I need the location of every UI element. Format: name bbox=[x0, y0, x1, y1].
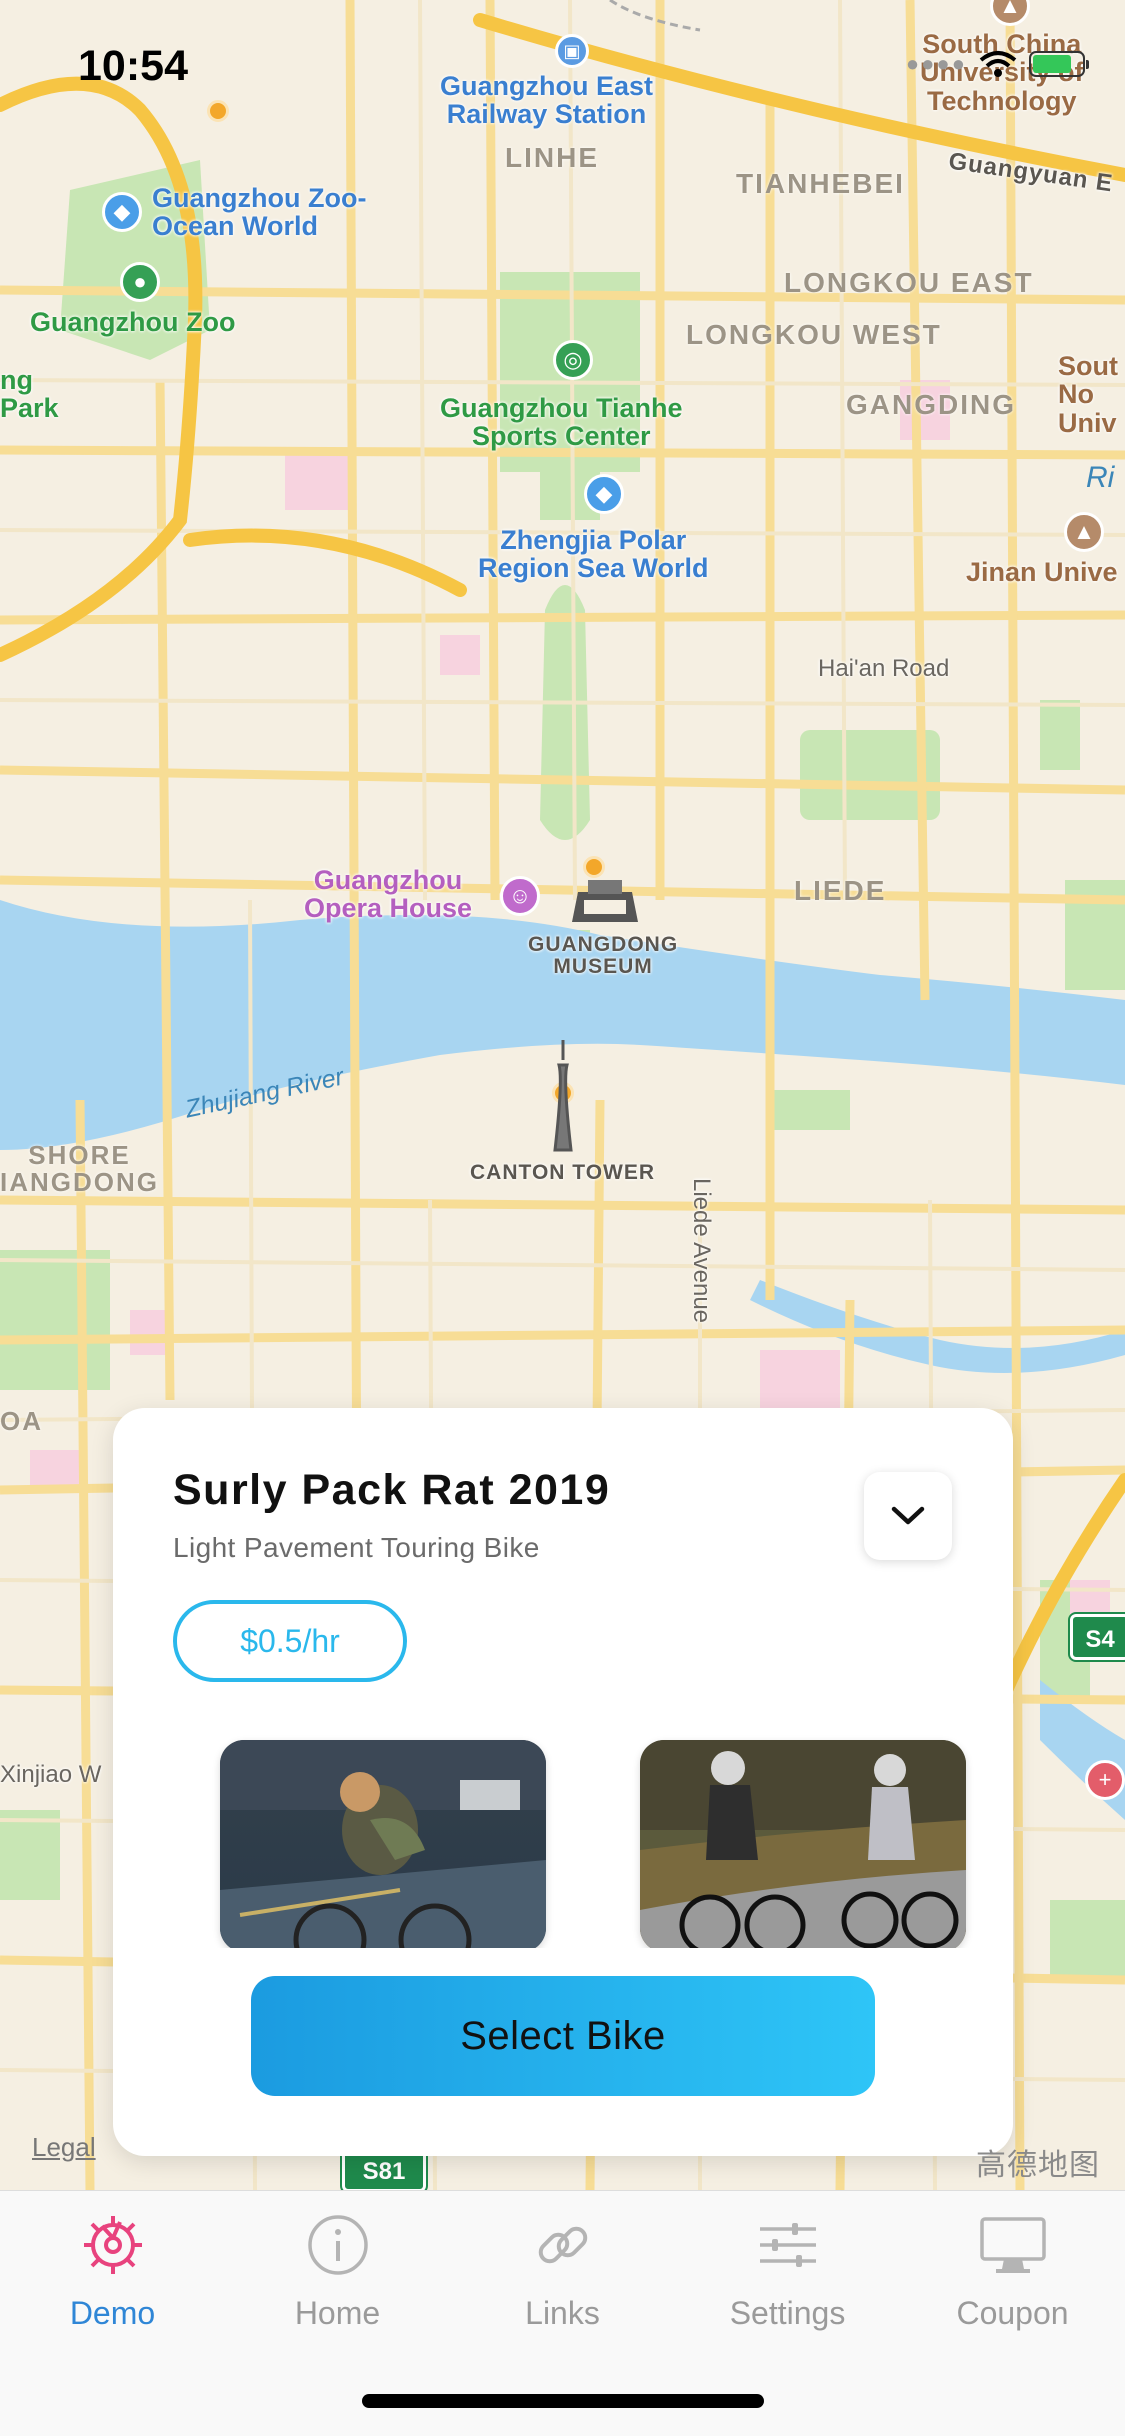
hospital-icon[interactable]: + bbox=[1085, 1760, 1125, 1800]
cyclist-photo-1 bbox=[220, 1740, 546, 1948]
map-label[interactable]: GUANGDONG MUSEUM bbox=[528, 933, 678, 978]
canton-tower-icon[interactable] bbox=[543, 1040, 583, 1155]
map-label[interactable]: Jinan Unive bbox=[966, 558, 1118, 587]
tab-label: Coupon bbox=[956, 2295, 1069, 2331]
map-label[interactable]: CANTON TOWER bbox=[470, 1161, 655, 1184]
status-time: 10:54 bbox=[78, 42, 188, 90]
select-bike-button[interactable]: Select Bike bbox=[251, 1976, 875, 2096]
tab-label: Demo bbox=[69, 2295, 156, 2331]
railway-icon[interactable]: ▣ bbox=[555, 34, 589, 68]
poi-marker[interactable] bbox=[207, 100, 229, 122]
map-label: LONGKOU EAST bbox=[784, 267, 1034, 298]
theater-icon[interactable]: ☺ bbox=[500, 876, 540, 916]
link-icon bbox=[527, 2209, 599, 2281]
signal-icon: ●●●● bbox=[905, 51, 967, 76]
map-label: SHORE IANGDONG bbox=[0, 1140, 159, 1198]
aquarium-icon[interactable]: ◆ bbox=[584, 474, 624, 514]
map-label[interactable]: Guangzhou Zoo bbox=[30, 308, 235, 337]
highway-shield-s4: S4 bbox=[1070, 1614, 1125, 1660]
tab-label: Settings bbox=[729, 2295, 846, 2331]
tab-links[interactable]: Links bbox=[450, 2209, 675, 2359]
tab-coupon[interactable]: Coupon bbox=[900, 2209, 1125, 2359]
map-label: Xinjiao W bbox=[0, 1761, 102, 1788]
map-label[interactable]: Guangzhou Zoo- Ocean World bbox=[152, 184, 366, 241]
home-indicator[interactable] bbox=[362, 2394, 764, 2408]
cyclist-photo-2 bbox=[640, 1740, 966, 1948]
map-label[interactable]: Guangzhou Opera House bbox=[304, 866, 472, 923]
map-label[interactable]: Guangzhou Tianhe Sports Center bbox=[440, 394, 683, 451]
map-label: TIANHEBEI bbox=[736, 168, 905, 199]
monitor-icon bbox=[977, 2209, 1049, 2281]
map-label[interactable]: Zhengjia Polar Region Sea World bbox=[478, 526, 709, 583]
bike-detail-card: Surly Pack Rat 2019 Light Pavement Touri… bbox=[113, 1408, 1013, 2156]
photo-carousel[interactable] bbox=[113, 1408, 1013, 1948]
map-label: Sout No Univ bbox=[1058, 351, 1118, 438]
map-label: GANGDING bbox=[846, 389, 1016, 420]
map-label: ng Park bbox=[0, 365, 59, 424]
stadium-icon[interactable]: ◎ bbox=[553, 340, 593, 380]
gear-icon bbox=[77, 2209, 149, 2281]
tab-settings[interactable]: Settings bbox=[675, 2209, 900, 2359]
app-screen: ▣ ◆ ● ◎ ◆ ▲ ▲ ☺ + S4 S81 Guangzhou East … bbox=[0, 0, 1125, 2436]
legal-link[interactable]: Legal bbox=[32, 2132, 96, 2163]
map-label: OA bbox=[0, 1406, 43, 1436]
map-label: Ri bbox=[1086, 461, 1115, 494]
status-icons: ●●●● bbox=[905, 50, 1089, 78]
map-provider-logo: 高德地图 bbox=[976, 2149, 1100, 2182]
map-label: Hai'an Road bbox=[818, 655, 950, 682]
tab-label: Home bbox=[294, 2295, 381, 2331]
map-label: LIEDE bbox=[794, 875, 887, 906]
map-label: Liede Avenue bbox=[688, 1178, 715, 1324]
zoo-icon[interactable]: ● bbox=[120, 262, 160, 302]
aquarium-icon[interactable]: ◆ bbox=[102, 192, 142, 232]
wifi-icon bbox=[979, 51, 1017, 77]
map-label: LINHE bbox=[505, 142, 599, 173]
map-label[interactable]: Guangzhou East Railway Station bbox=[440, 72, 653, 129]
museum-icon[interactable] bbox=[570, 872, 640, 928]
bike-photo[interactable] bbox=[640, 1740, 966, 1948]
battery-icon bbox=[1029, 51, 1089, 77]
map-label: LONGKOU WEST bbox=[686, 319, 942, 350]
tab-demo[interactable]: Demo bbox=[0, 2209, 225, 2359]
tab-home[interactable]: Home bbox=[225, 2209, 450, 2359]
bike-photo[interactable] bbox=[220, 1740, 546, 1948]
university-icon[interactable]: ▲ bbox=[1064, 512, 1104, 552]
info-icon bbox=[302, 2209, 374, 2281]
sliders-icon bbox=[752, 2209, 824, 2281]
tab-label: Links bbox=[525, 2295, 600, 2331]
